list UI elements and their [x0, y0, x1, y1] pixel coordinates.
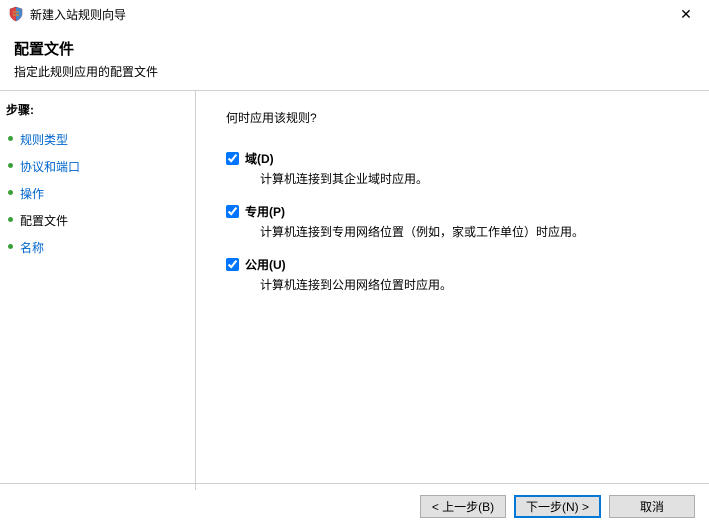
checkbox-private-desc: 计算机连接到专用网络位置（例如，家或工作单位）时应用。: [260, 223, 689, 240]
checkbox-domain-group: 域(D) 计算机连接到其企业域时应用。: [226, 150, 689, 187]
content-pane: 何时应用该规则? 域(D) 计算机连接到其企业域时应用。 专用(P) 计算机连接…: [196, 91, 709, 490]
window-title: 新建入站规则向导: [30, 6, 671, 23]
firewall-icon: [8, 6, 24, 22]
steps-sidebar: 步骤: 规则类型 协议和端口 操作 配置文件 名称: [0, 91, 195, 490]
checkbox-domain-label: 域(D): [245, 150, 274, 167]
checkbox-public-desc: 计算机连接到公用网络位置时应用。: [260, 276, 689, 293]
step-action[interactable]: 操作: [6, 180, 189, 207]
checkbox-domain[interactable]: [226, 152, 239, 165]
step-protocol-port[interactable]: 协议和端口: [6, 153, 189, 180]
checkbox-domain-desc: 计算机连接到其企业域时应用。: [260, 170, 689, 187]
step-rule-type[interactable]: 规则类型: [6, 126, 189, 153]
page-title: 配置文件: [14, 38, 695, 59]
next-button[interactable]: 下一步(N) >: [514, 495, 601, 518]
checkbox-public[interactable]: [226, 258, 239, 271]
checkbox-private[interactable]: [226, 205, 239, 218]
checkbox-private-group: 专用(P) 计算机连接到专用网络位置（例如，家或工作单位）时应用。: [226, 203, 689, 240]
page-subtitle: 指定此规则应用的配置文件: [14, 63, 695, 80]
checkbox-private-label: 专用(P): [245, 203, 285, 220]
cancel-button[interactable]: 取消: [609, 495, 695, 518]
titlebar: 新建入站规则向导 ✕: [0, 0, 709, 28]
wizard-header: 配置文件 指定此规则应用的配置文件: [0, 28, 709, 90]
back-button[interactable]: < 上一步(B): [420, 495, 506, 518]
wizard-footer: < 上一步(B) 下一步(N) > 取消: [0, 483, 709, 529]
checkbox-public-group: 公用(U) 计算机连接到公用网络位置时应用。: [226, 256, 689, 293]
step-profile[interactable]: 配置文件: [6, 207, 189, 234]
checkbox-public-label: 公用(U): [245, 256, 286, 273]
steps-heading: 步骤:: [6, 101, 189, 118]
step-name[interactable]: 名称: [6, 234, 189, 261]
close-button[interactable]: ✕: [671, 6, 701, 23]
prompt-text: 何时应用该规则?: [226, 109, 689, 126]
